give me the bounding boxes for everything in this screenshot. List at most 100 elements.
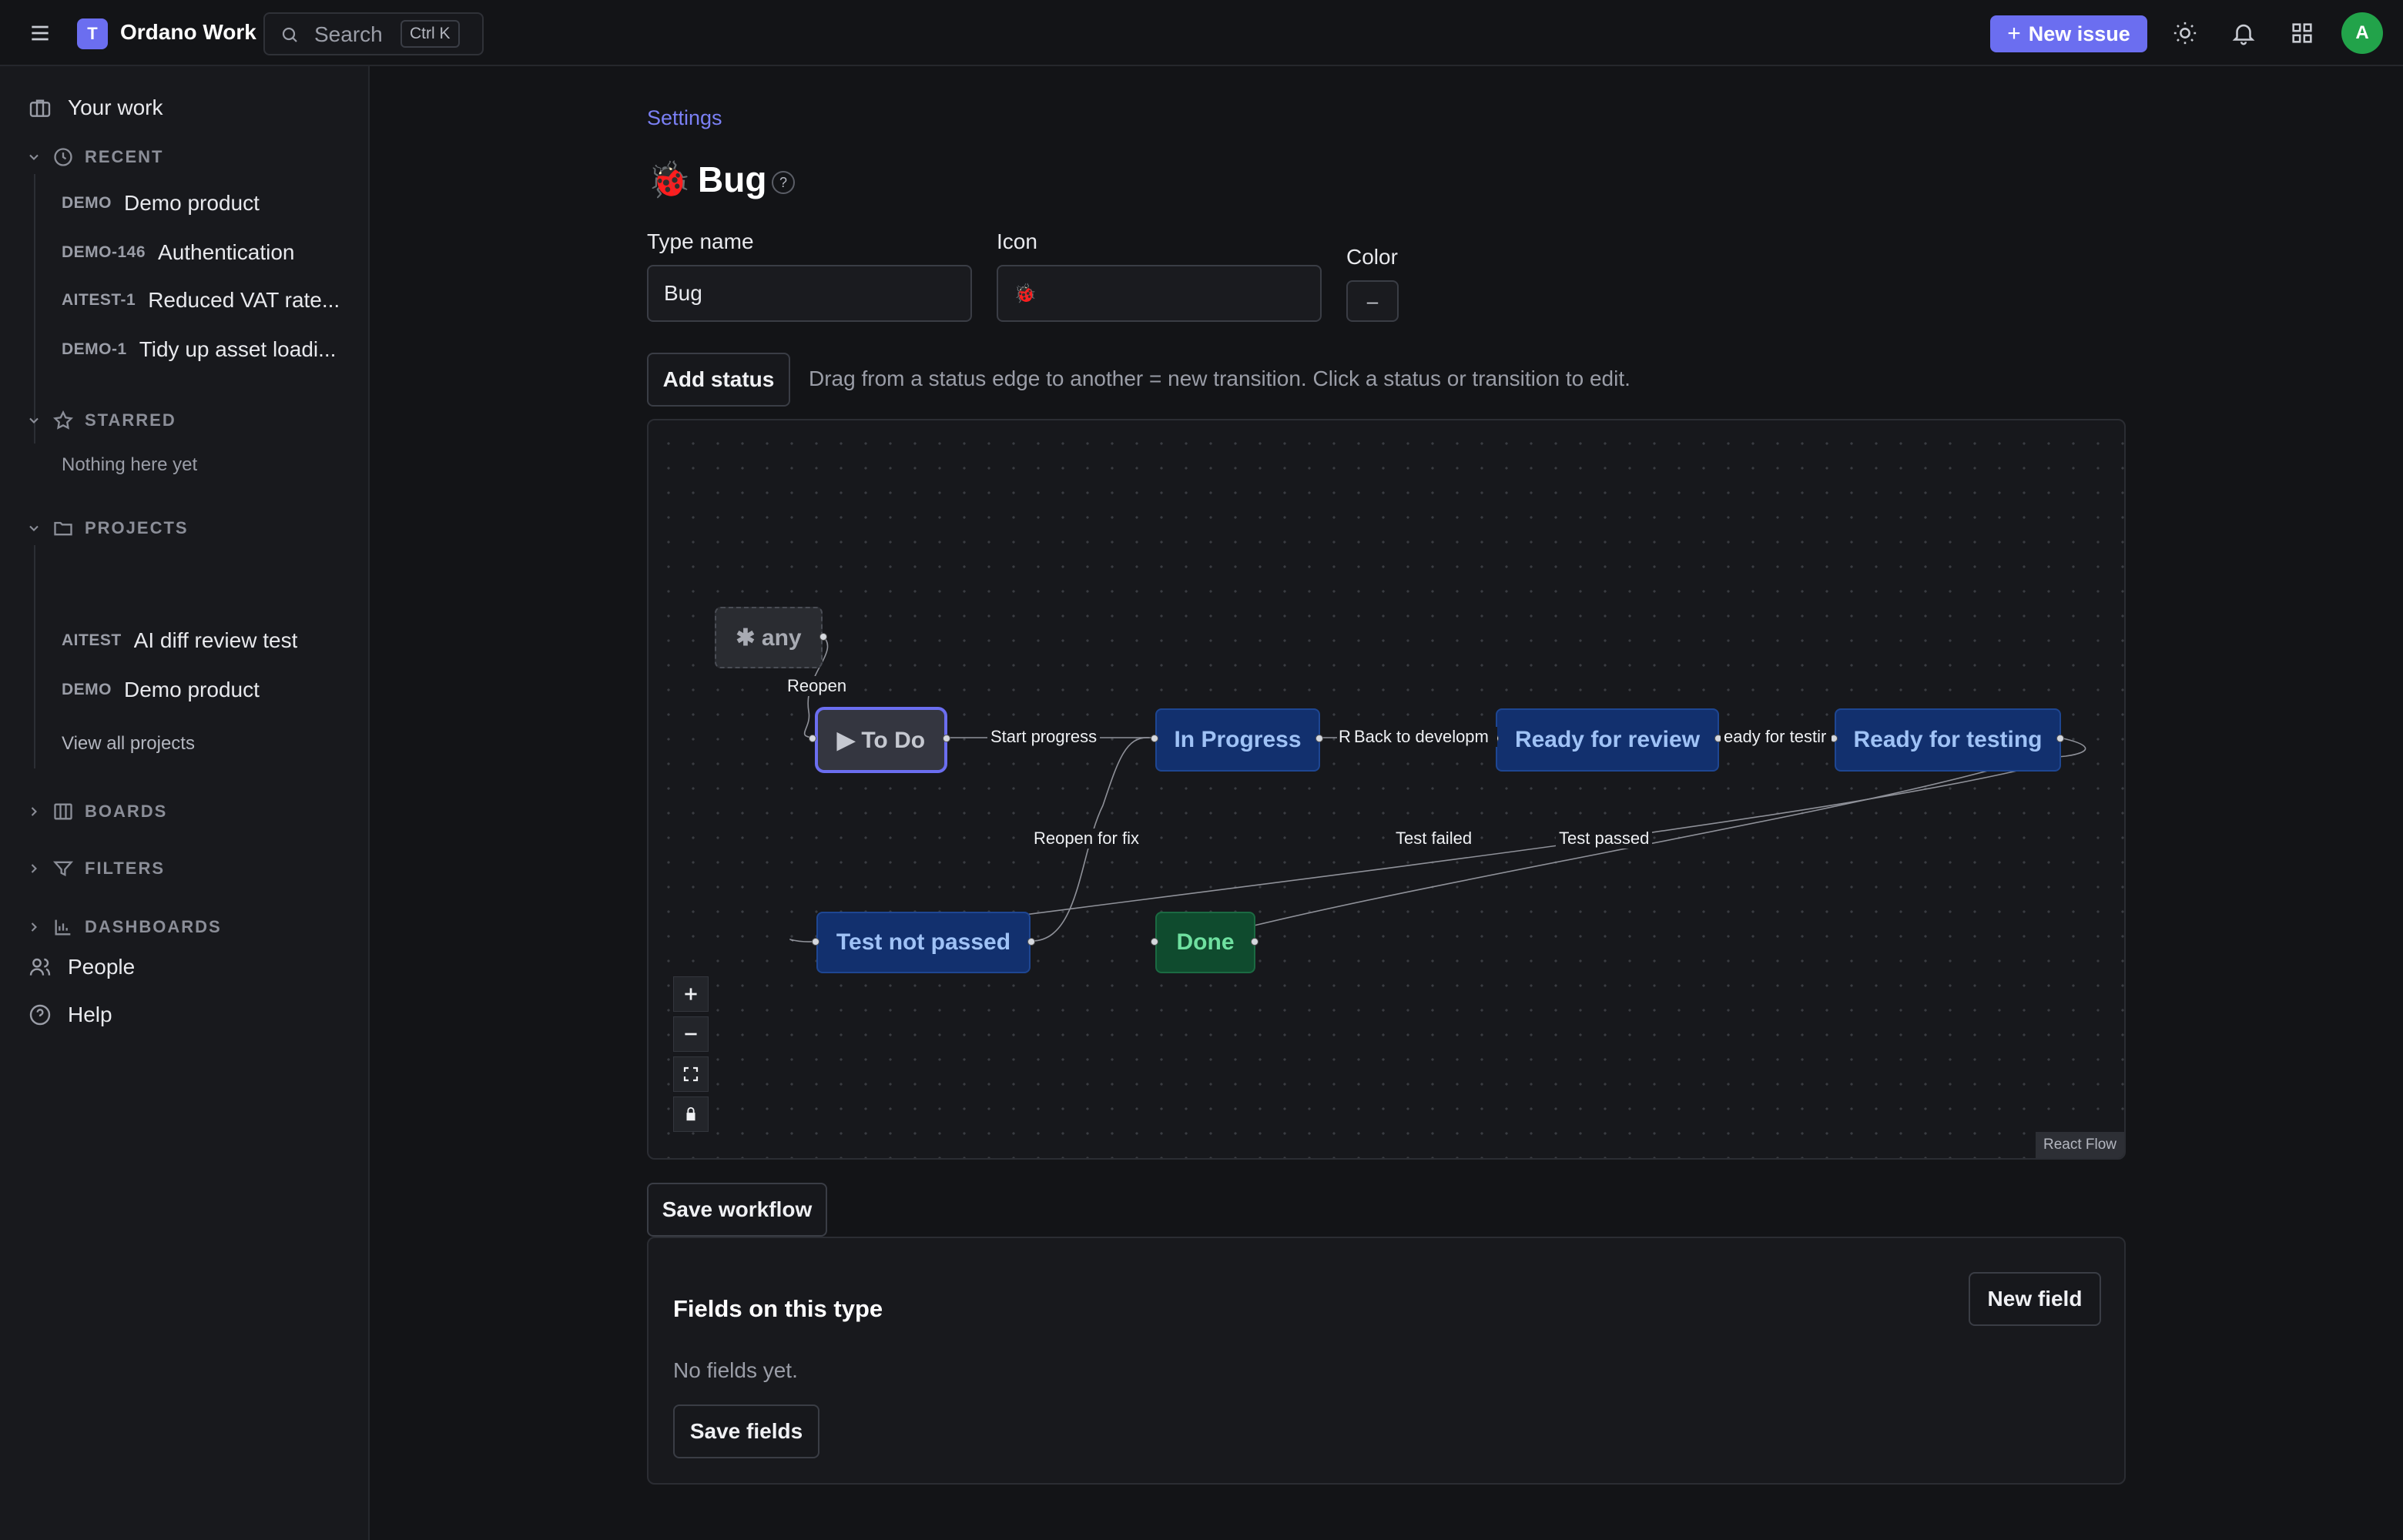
workflow-edges: [789, 635, 2086, 942]
status-node-ready-for-testing[interactable]: Ready for testing: [1835, 708, 2061, 772]
edge-test-passed: [1190, 768, 1997, 942]
status-node-to-do[interactable]: ▶ To Do: [815, 707, 947, 773]
project-item-key: AITEST: [62, 631, 122, 649]
page-title: Bug: [698, 159, 767, 199]
user-avatar[interactable]: A: [2341, 12, 2383, 54]
boards-section-header[interactable]: BOARDS: [26, 801, 167, 822]
status-node-done[interactable]: Done: [1155, 912, 1255, 973]
save-workflow-button[interactable]: Save workflow: [647, 1183, 827, 1237]
view-all-projects-link[interactable]: View all projects: [62, 733, 195, 755]
color-swatch-button[interactable]: –: [1346, 280, 1399, 322]
edge-label-ready-for-testing[interactable]: eady for testir: [1721, 727, 1832, 747]
sidebar-item-your-work[interactable]: Your work: [28, 95, 163, 120]
chevron-down-icon: [26, 413, 42, 428]
recent-item-label: Demo product: [124, 191, 260, 215]
recent-item-key: DEMO: [62, 194, 112, 212]
node-handle[interactable]: [1315, 735, 1323, 742]
status-node-ready-for-review[interactable]: Ready for review: [1496, 708, 1719, 772]
node-handle[interactable]: [1151, 735, 1158, 742]
icon-field-value: 🐞: [1014, 283, 1037, 304]
recent-item-label: Tidy up asset loadi...: [139, 337, 337, 361]
new-field-button[interactable]: New field: [1969, 1272, 2101, 1326]
edge-label-reopen-for-fix[interactable]: Reopen for fix: [1031, 829, 1142, 849]
plus-icon: +: [2007, 21, 2021, 46]
type-name-value: Bug: [664, 281, 702, 305]
node-handle[interactable]: [809, 735, 816, 742]
react-flow-attribution[interactable]: React Flow: [2035, 1132, 2124, 1158]
icon-label: Icon: [997, 229, 1037, 253]
fit-view-button[interactable]: [673, 1056, 709, 1092]
projects-list-guide: [34, 545, 35, 768]
node-handle[interactable]: [812, 938, 819, 946]
status-node-test-not-passed[interactable]: Test not passed: [816, 912, 1031, 973]
hamburger-menu-icon[interactable]: [28, 21, 52, 45]
dashboards-section-header[interactable]: DASHBOARDS: [26, 916, 222, 938]
icon-field[interactable]: 🐞: [997, 265, 1322, 322]
board-columns-icon: [52, 801, 74, 822]
node-handle[interactable]: [943, 735, 950, 742]
chevron-down-icon: [26, 521, 42, 536]
apps-grid-icon[interactable]: [2289, 20, 2315, 46]
zoom-out-button[interactable]: [673, 1016, 709, 1052]
projects-section-header[interactable]: PROJECTS: [26, 517, 189, 539]
node-handle[interactable]: [1251, 938, 1258, 946]
title-help-badge[interactable]: ?: [772, 171, 795, 194]
star-icon: [52, 410, 74, 431]
fields-heading: Fields on this type: [673, 1295, 883, 1322]
status-node-in-progress[interactable]: In Progress: [1155, 708, 1320, 772]
type-name-label: Type name: [647, 229, 754, 253]
recent-item[interactable]: DEMO Demo product: [62, 191, 347, 216]
your-work-label: Your work: [68, 95, 163, 119]
workflow-canvas[interactable]: ✱ any ▶ To Do In Progress Ready for revi…: [647, 419, 2126, 1160]
edge-label-start-progress[interactable]: Start progress: [987, 727, 1101, 747]
to-do-label: ▶ To Do: [836, 727, 926, 753]
app-logo[interactable]: T: [77, 18, 108, 49]
project-item-label: AI diff review test: [133, 628, 298, 652]
project-item[interactable]: AITEST AI diff review test: [62, 628, 347, 653]
type-name-field[interactable]: Bug: [647, 265, 972, 322]
project-item[interactable]: DEMO Demo product: [62, 678, 347, 702]
add-status-button[interactable]: Add status: [647, 353, 790, 407]
plus-icon: [685, 988, 697, 1000]
chevron-down-icon: [26, 149, 42, 165]
edge-label-r-fragment[interactable]: R: [1337, 727, 1352, 747]
theme-toggle-sun-icon[interactable]: [2172, 20, 2198, 46]
edge-label-reopen[interactable]: Reopen: [784, 676, 850, 696]
edge-label-test-failed[interactable]: Test failed: [1393, 829, 1476, 849]
recent-item[interactable]: DEMO-1 Tidy up asset loadi...: [62, 337, 347, 362]
save-fields-button[interactable]: Save fields: [673, 1404, 819, 1458]
lock-interactivity-button[interactable]: [673, 1096, 709, 1132]
node-handle[interactable]: [1151, 938, 1158, 946]
node-handle[interactable]: [1027, 938, 1035, 946]
recent-section-header[interactable]: RECENT: [26, 146, 163, 168]
edge-label-back-to-development[interactable]: Back to developm: [1351, 727, 1497, 747]
search-shortcut-badge: Ctrl K: [400, 20, 460, 48]
top-bar: T Ordano Work Search Ctrl K + New issue …: [0, 0, 2403, 66]
zoom-in-button[interactable]: [673, 976, 709, 1012]
bar-chart-icon: [52, 916, 74, 938]
fit-view-icon: [683, 1066, 699, 1082]
chevron-right-icon: [26, 804, 42, 819]
project-item-label: Demo product: [124, 678, 260, 701]
starred-section-header[interactable]: STARRED: [26, 410, 176, 431]
project-item-key: DEMO: [62, 681, 112, 698]
recent-item[interactable]: AITEST-1 Reduced VAT rate...: [62, 288, 347, 313]
sidebar-item-people[interactable]: People: [28, 955, 135, 979]
breadcrumb-settings-link[interactable]: Settings: [647, 106, 722, 130]
clock-icon: [52, 146, 74, 168]
node-handle[interactable]: [2056, 735, 2064, 742]
filters-section-header[interactable]: FILTERS: [26, 858, 165, 879]
notifications-bell-icon[interactable]: [2230, 20, 2257, 46]
new-issue-button[interactable]: + New issue: [1990, 15, 2147, 52]
node-handle[interactable]: [819, 633, 827, 641]
search-box[interactable]: Search Ctrl K: [263, 12, 484, 55]
status-node-any[interactable]: ✱ any: [715, 607, 823, 668]
edge-label-test-passed[interactable]: Test passed: [1556, 829, 1653, 849]
app-name[interactable]: Ordano Work: [120, 20, 256, 45]
recent-item[interactable]: DEMO-146 Authentication: [62, 240, 347, 265]
recent-item-key: DEMO-146: [62, 243, 146, 261]
search-placeholder: Search: [314, 22, 383, 46]
folder-icon: [52, 517, 74, 539]
recent-item-key: DEMO-1: [62, 340, 127, 358]
sidebar-item-help[interactable]: Help: [28, 1003, 112, 1027]
